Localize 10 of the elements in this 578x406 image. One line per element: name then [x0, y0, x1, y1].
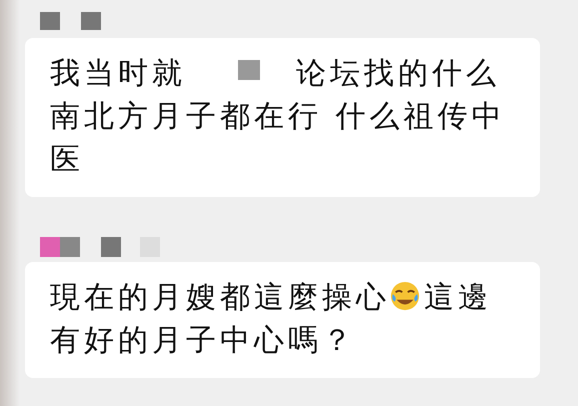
crying-emoji-icon [390, 281, 420, 311]
redaction-mosaic [238, 60, 260, 80]
comment-text: 论坛找的什么 [296, 56, 500, 91]
comment-text: 我当时就 [50, 56, 186, 91]
comment-text: 這邊 [424, 280, 492, 315]
comment-text: 現在的月嫂都這麼操心 [50, 280, 390, 315]
comment-text: 南北方月子都在行 什么祖传中 [50, 99, 506, 134]
comment-text: 有好的月子中心嗎？ [50, 323, 356, 358]
redacted-name-drawing [40, 12, 101, 30]
comment-text: 医 [50, 142, 84, 177]
